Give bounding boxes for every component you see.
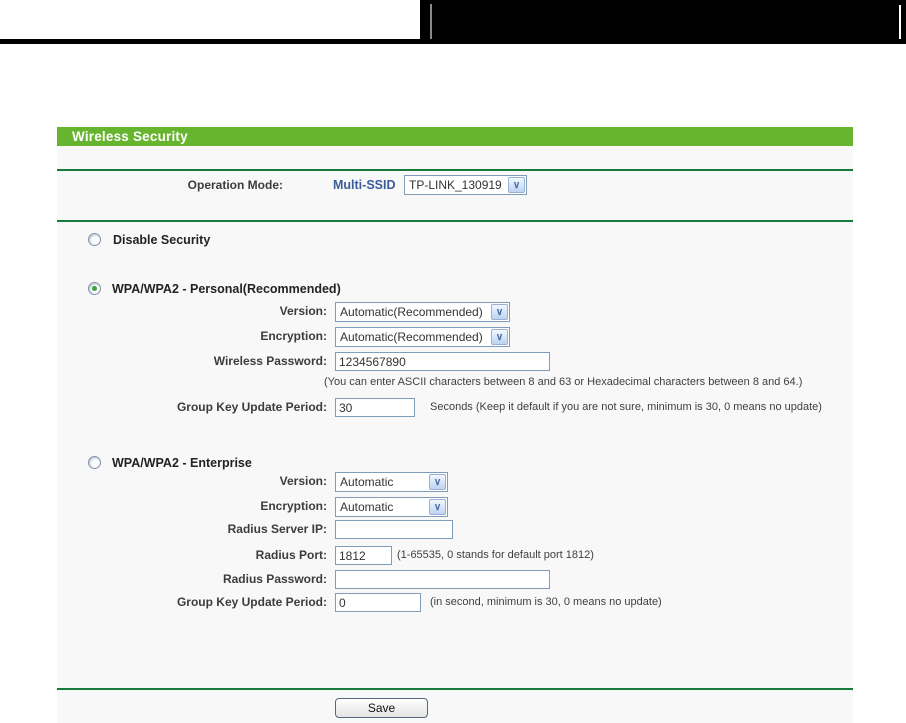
personal-group-key-input[interactable]: [335, 398, 415, 417]
disable-security-label: Disable Security: [113, 233, 211, 247]
radius-port-input[interactable]: [335, 546, 392, 565]
chevron-down-icon[interactable]: ∨: [491, 329, 508, 345]
wireless-password-label: Wireless Password:: [213, 354, 327, 368]
personal-encryption-label: Encryption:: [260, 329, 327, 343]
personal-version-select[interactable]: Automatic(Recommended) ∨: [335, 302, 510, 322]
settings-panel: [57, 127, 853, 723]
radius-server-ip-input[interactable]: [335, 520, 453, 539]
enterprise-encryption-value: Automatic: [340, 500, 394, 514]
radius-password-label: Radius Password:: [222, 572, 327, 586]
page-title: Wireless Security: [57, 127, 853, 146]
top-header-block: [420, 0, 906, 42]
wpa-personal-radio[interactable]: [88, 282, 101, 295]
radius-server-ip-label: Radius Server IP:: [227, 522, 327, 536]
enterprise-version-value: Automatic: [340, 475, 394, 489]
enterprise-encryption-label: Encryption:: [260, 499, 327, 513]
top-right-divider-line: [899, 5, 901, 39]
wpa-personal-title: WPA/WPA2 - Personal(Recommended): [112, 282, 341, 296]
wireless-password-input[interactable]: [335, 352, 550, 371]
disable-security-radio[interactable]: [88, 233, 101, 246]
operation-mode-value: Multi-SSID: [333, 178, 396, 192]
personal-encryption-select[interactable]: Automatic(Recommended) ∨: [335, 327, 510, 347]
top-horizontal-rule: [0, 39, 906, 44]
personal-version-value: Automatic(Recommended): [340, 305, 483, 319]
personal-group-key-note: Seconds (Keep it default if you are not …: [430, 401, 822, 413]
wpa-enterprise-title: WPA/WPA2 - Enterprise: [112, 456, 252, 470]
separator-line: [57, 220, 853, 222]
enterprise-encryption-select[interactable]: Automatic ∨: [335, 497, 448, 517]
separator-line: [57, 169, 853, 171]
radius-password-input[interactable]: [335, 570, 550, 589]
personal-version-label: Version:: [279, 304, 327, 318]
enterprise-group-key-label: Group Key Update Period:: [176, 595, 327, 609]
operation-mode-label: Operation Mode:: [187, 178, 283, 192]
chevron-down-icon[interactable]: ∨: [508, 177, 525, 193]
wireless-security-page: Wireless Security Operation Mode: Multi-…: [0, 0, 906, 723]
ssid-select[interactable]: TP-LINK_130919 ∨: [404, 175, 527, 195]
chevron-down-icon[interactable]: ∨: [429, 499, 446, 515]
save-button[interactable]: Save: [335, 698, 428, 718]
chevron-down-icon[interactable]: ∨: [429, 474, 446, 490]
personal-group-key-label: Group Key Update Period:: [176, 400, 327, 414]
ssid-select-value: TP-LINK_130919: [409, 178, 502, 192]
enterprise-group-key-input[interactable]: [335, 593, 421, 612]
enterprise-version-label: Version:: [279, 474, 327, 488]
separator-line: [57, 688, 853, 690]
radius-port-note: (1-65535, 0 stands for default port 1812…: [397, 549, 594, 561]
enterprise-group-key-note: (in second, minimum is 30, 0 means no up…: [430, 596, 662, 608]
enterprise-version-select[interactable]: Automatic ∨: [335, 472, 448, 492]
chevron-down-icon[interactable]: ∨: [491, 304, 508, 320]
top-divider-line: [430, 4, 432, 39]
radius-port-label: Radius Port:: [255, 548, 327, 562]
wpa-enterprise-radio[interactable]: [88, 456, 101, 469]
wireless-password-note: (You can enter ASCII characters between …: [324, 376, 803, 388]
personal-encryption-value: Automatic(Recommended): [340, 330, 483, 344]
